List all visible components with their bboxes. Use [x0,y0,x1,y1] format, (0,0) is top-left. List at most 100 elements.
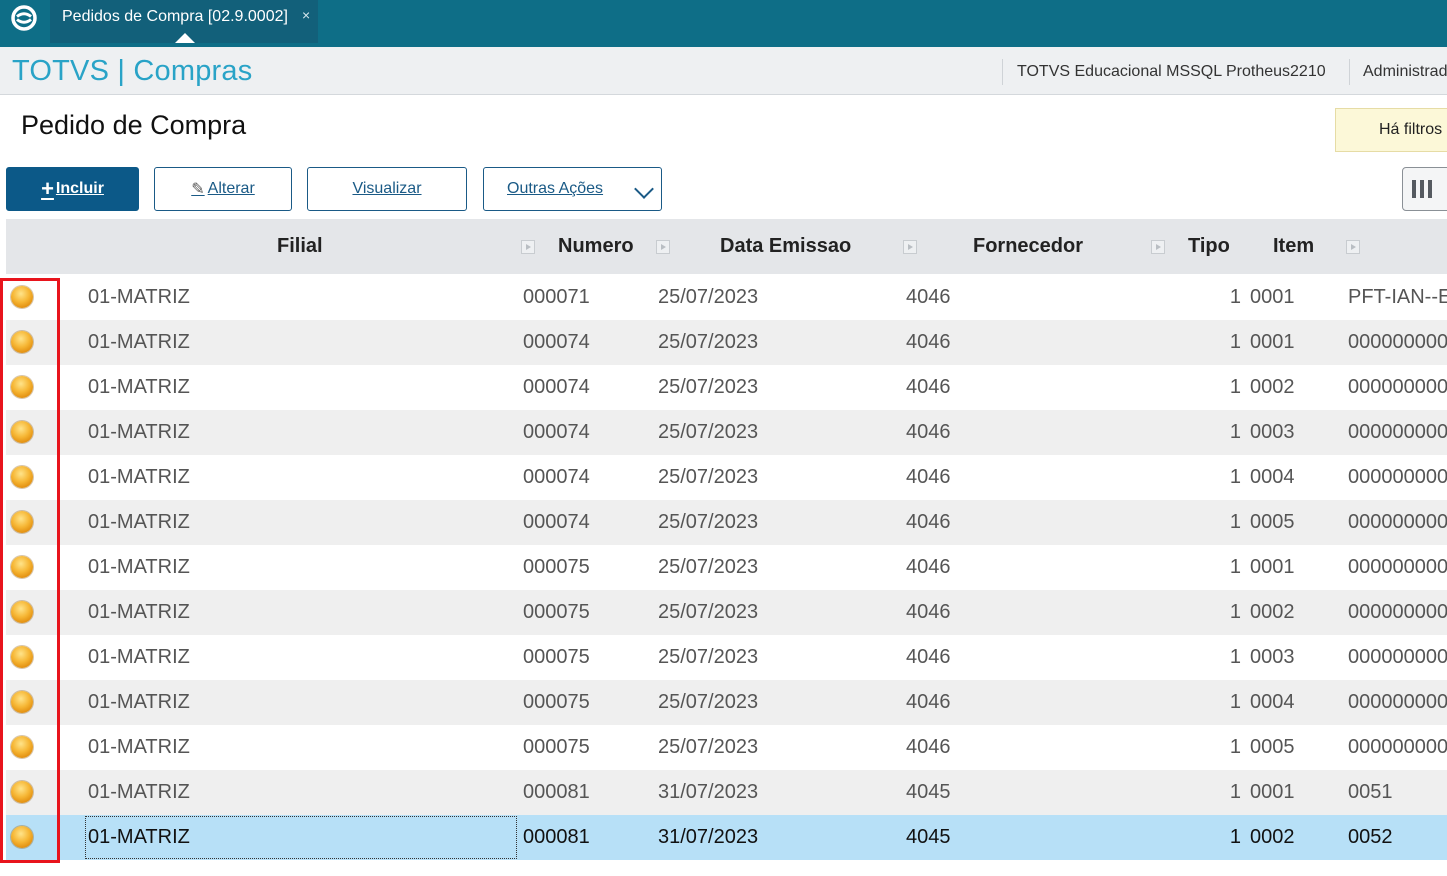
cell-tipo[interactable]: 1 [1217,601,1241,624]
totvs-logo-icon[interactable] [10,4,38,32]
cell-produto[interactable]: 000000000 [1348,736,1447,759]
cell-tipo[interactable]: 1 [1217,511,1241,534]
cell-numero[interactable]: 000075 [523,691,590,714]
status-cell[interactable] [6,545,61,590]
cell-fornecedor[interactable]: 4045 [906,781,951,804]
alterar-button[interactable]: ✎ Alterar [154,167,292,211]
cell-item[interactable]: 0004 [1250,691,1295,714]
cell-produto[interactable]: 0052 [1348,826,1393,849]
table-row[interactable]: 01-MATRIZ 000074 25/07/2023 4046 1 0003 000000… [6,410,1447,455]
cell-filial[interactable]: 01-MATRIZ [88,331,190,354]
status-cell[interactable] [6,275,61,320]
cell-produto[interactable]: 000000000 [1348,601,1447,624]
cell-item[interactable]: 0002 [1250,376,1295,399]
cell-produto[interactable]: 000000000 [1348,466,1447,489]
incluir-button[interactable]: + Incluir [6,167,139,211]
status-cell[interactable] [6,590,61,635]
user-menu[interactable]: Administrador [1363,63,1447,81]
cell-produto[interactable]: 000000000 [1348,556,1447,579]
cell-numero[interactable]: 000081 [523,781,590,804]
cell-data-emissao[interactable]: 25/07/2023 [658,601,758,624]
status-legend-icon[interactable] [11,376,33,398]
cell-fornecedor[interactable]: 4045 [906,826,951,849]
status-cell[interactable] [6,455,61,500]
cell-filial[interactable]: 01-MATRIZ [88,646,190,669]
cell-produto[interactable]: 0051 [1348,781,1393,804]
cell-filial[interactable]: 01-MATRIZ [88,511,190,534]
cell-fornecedor[interactable]: 4046 [906,286,951,309]
cell-numero[interactable]: 000075 [523,646,590,669]
sort-arrow-icon[interactable] [521,240,535,254]
cell-numero[interactable]: 000074 [523,421,590,444]
environment-label[interactable]: TOTVS Educacional MSSQL Protheus2210 [1017,63,1326,81]
column-header-fornecedor[interactable]: Fornecedor [973,235,1083,258]
column-header-numero[interactable]: Numero [558,235,634,258]
cell-tipo[interactable]: 1 [1217,646,1241,669]
cell-numero[interactable]: 000075 [523,601,590,624]
cell-fornecedor[interactable]: 4046 [906,421,951,444]
table-row[interactable]: 01-MATRIZ 000081 31/07/2023 4045 1 0002 0052 [6,815,1447,860]
cell-tipo[interactable]: 1 [1217,691,1241,714]
status-cell[interactable] [6,680,61,725]
status-legend-icon[interactable] [11,466,33,488]
filter-notice[interactable]: Há filtros [1335,108,1447,152]
column-config-button[interactable] [1402,167,1447,211]
cell-item[interactable]: 0002 [1250,826,1295,849]
cell-filial[interactable]: 01-MATRIZ [88,601,190,624]
column-header-data-emissao[interactable]: Data Emissao [720,235,851,258]
status-cell[interactable] [6,815,61,860]
status-legend-icon[interactable] [11,286,33,308]
cell-tipo[interactable]: 1 [1217,286,1241,309]
status-cell[interactable] [6,410,61,455]
status-legend-icon[interactable] [11,421,33,443]
column-header-filial[interactable]: Filial [277,235,323,258]
status-legend-icon[interactable] [11,736,33,758]
table-row[interactable]: 01-MATRIZ 000071 25/07/2023 4046 1 0001 PFT-IA… [6,275,1447,320]
table-row[interactable]: 01-MATRIZ 000074 25/07/2023 4046 1 0002 000000… [6,365,1447,410]
cell-numero[interactable]: 000071 [523,286,590,309]
cell-numero[interactable]: 000074 [523,511,590,534]
cell-item[interactable]: 0005 [1250,511,1295,534]
status-cell[interactable] [6,770,61,815]
cell-numero[interactable]: 000074 [523,331,590,354]
status-legend-icon[interactable] [11,601,33,623]
table-row[interactable]: 01-MATRIZ 000075 25/07/2023 4046 1 0004 000000… [6,680,1447,725]
status-legend-icon[interactable] [11,556,33,578]
cell-tipo[interactable]: 1 [1217,466,1241,489]
cell-filial[interactable]: 01-MATRIZ [88,691,190,714]
cell-tipo[interactable]: 1 [1217,736,1241,759]
cell-numero[interactable]: 000081 [523,826,590,849]
cell-data-emissao[interactable]: 25/07/2023 [658,376,758,399]
cell-fornecedor[interactable]: 4046 [906,691,951,714]
cell-numero[interactable]: 000075 [523,556,590,579]
status-cell[interactable] [6,635,61,680]
sort-arrow-icon[interactable] [1151,240,1165,254]
cell-filial[interactable]: 01-MATRIZ [88,736,190,759]
cell-data-emissao[interactable]: 25/07/2023 [658,646,758,669]
cell-numero[interactable]: 000074 [523,376,590,399]
table-row[interactable]: 01-MATRIZ 000074 25/07/2023 4046 1 0005 000000… [6,500,1447,545]
table-row[interactable]: 01-MATRIZ 000075 25/07/2023 4046 1 0001 000000… [6,545,1447,590]
cell-tipo[interactable]: 1 [1217,331,1241,354]
cell-data-emissao[interactable]: 25/07/2023 [658,691,758,714]
cell-tipo[interactable]: 1 [1217,376,1241,399]
cell-data-emissao[interactable]: 25/07/2023 [658,556,758,579]
cell-tipo[interactable]: 1 [1217,556,1241,579]
cell-item[interactable]: 0004 [1250,466,1295,489]
cell-fornecedor[interactable]: 4046 [906,736,951,759]
table-row[interactable]: 01-MATRIZ 000074 25/07/2023 4046 1 0001 000000… [6,320,1447,365]
cell-data-emissao[interactable]: 25/07/2023 [658,736,758,759]
sort-arrow-icon[interactable] [903,240,917,254]
cell-data-emissao[interactable]: 31/07/2023 [658,781,758,804]
cell-data-emissao[interactable]: 25/07/2023 [658,331,758,354]
status-cell[interactable] [6,500,61,545]
status-legend-icon[interactable] [11,331,33,353]
cell-data-emissao[interactable]: 25/07/2023 [658,511,758,534]
cell-item[interactable]: 0001 [1250,286,1295,309]
sort-arrow-icon[interactable] [656,240,670,254]
cell-item[interactable]: 0005 [1250,736,1295,759]
status-legend-icon[interactable] [11,511,33,533]
cell-filial[interactable]: 01-MATRIZ [88,466,190,489]
outras-acoes-dropdown[interactable]: Outras Ações [483,167,662,211]
cell-fornecedor[interactable]: 4046 [906,376,951,399]
